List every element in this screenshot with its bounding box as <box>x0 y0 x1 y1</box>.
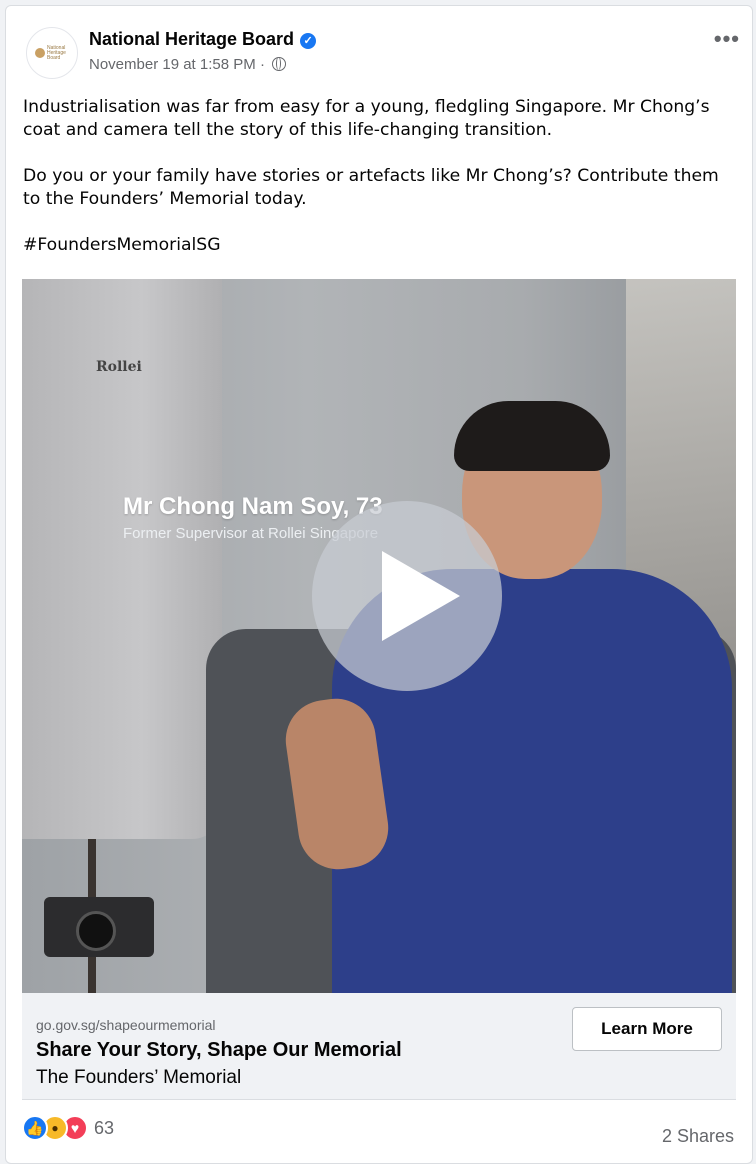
link-domain: go.gov.sg/shapeourmemorial <box>36 1017 216 1033</box>
play-icon[interactable] <box>312 501 502 691</box>
heritage-logo-icon <box>35 48 45 58</box>
post-header: National Heritage Board National Heritag… <box>6 6 752 86</box>
engagement-bar: 👍 ● ♥ 63 2 Shares <box>6 1099 752 1163</box>
post-card: National Heritage Board National Heritag… <box>5 5 753 1164</box>
globe-icon <box>272 57 287 71</box>
post-text: Industrialisation was far from easy for … <box>23 96 733 280</box>
page-name-row: National Heritage Board ✓ <box>89 29 317 50</box>
person-hair-image <box>454 401 610 471</box>
learn-more-button[interactable]: Learn More <box>572 1007 722 1051</box>
camera-lens-image <box>76 911 116 951</box>
post-meta: November 19 at 1:58 PM · <box>89 56 287 73</box>
lab-coat-image: Rollei <box>22 279 222 839</box>
video-player[interactable]: Rollei Mr Chong Nam Soy, 73 Former Super… <box>22 279 736 993</box>
post-paragraph: Industrialisation was far from easy for … <box>23 97 710 140</box>
reaction-count[interactable]: 63 <box>94 1118 114 1139</box>
page-name[interactable]: National Heritage Board <box>89 29 294 49</box>
post-timestamp[interactable]: November 19 at 1:58 PM <box>89 56 256 73</box>
post-hashtag[interactable]: #FoundersMemorialSG <box>23 234 733 257</box>
avatar-logo: National Heritage Board <box>35 44 69 61</box>
like-icon: 👍 <box>22 1115 48 1141</box>
more-options-icon[interactable]: ••• <box>714 26 740 52</box>
link-title[interactable]: Share Your Story, Shape Our Memorial <box>36 1039 402 1062</box>
video-caption-name: Mr Chong Nam Soy, 73 <box>123 493 383 520</box>
coat-label: Rollei <box>96 359 142 375</box>
verified-badge-icon: ✓ <box>300 33 317 49</box>
camera-image <box>44 897 154 957</box>
avatar-logo-text: National Heritage Board <box>47 44 66 61</box>
page-avatar[interactable]: National Heritage Board <box>26 27 78 79</box>
post-paragraph: Do you or your family have stories or ar… <box>23 166 719 209</box>
reactions-summary[interactable]: 👍 ● ♥ 63 <box>22 1115 114 1141</box>
shares-count[interactable]: 2 Shares <box>662 1126 734 1147</box>
link-preview[interactable]: go.gov.sg/shapeourmemorial Share Your St… <box>22 993 736 1100</box>
link-description: The Founders’ Memorial <box>36 1067 242 1088</box>
meta-separator: · <box>259 56 265 73</box>
